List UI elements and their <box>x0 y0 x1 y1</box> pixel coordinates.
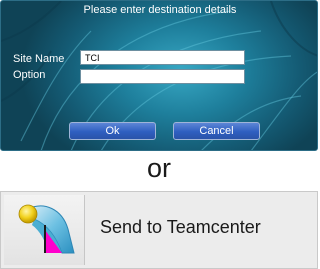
cancel-button[interactable]: Cancel <box>173 122 260 140</box>
option-label: Option <box>13 69 46 81</box>
send-to-teamcenter-icon-tile[interactable] <box>4 195 85 265</box>
send-to-teamcenter-icon <box>18 204 75 254</box>
dialog-title: Please enter destination details <box>83 4 237 16</box>
option-input[interactable] <box>80 69 245 84</box>
send-to-teamcenter-button[interactable]: Send to Teamcenter <box>0 191 318 269</box>
site-name-label: Site Name <box>13 53 65 65</box>
ok-button[interactable]: Ok <box>69 122 156 140</box>
send-to-teamcenter-label: Send to Teamcenter <box>100 217 261 237</box>
site-name-input[interactable]: TCI <box>80 50 245 65</box>
destination-dialog: Please enter destination details Site Na… <box>0 0 318 151</box>
separator-text: or <box>146 153 171 183</box>
